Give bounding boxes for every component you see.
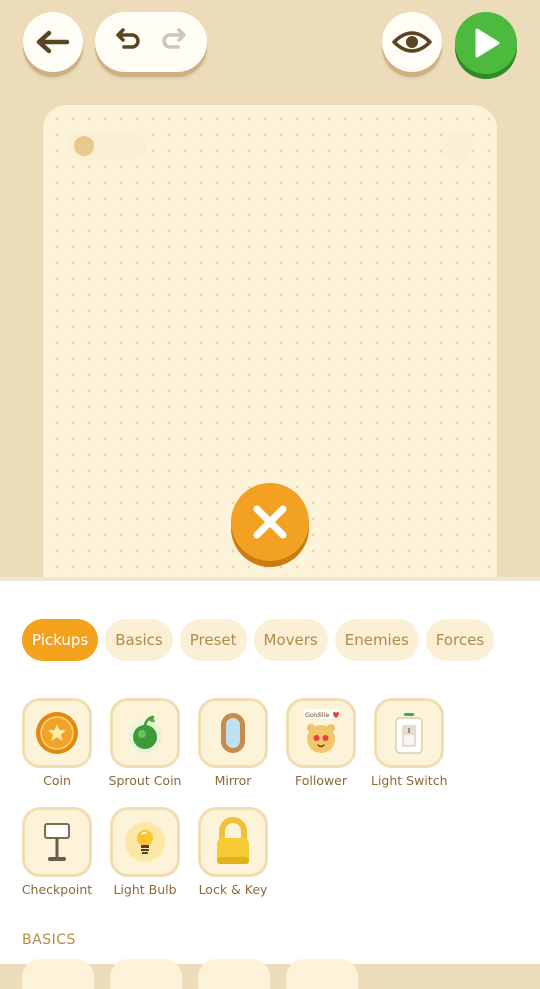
object-picker-sheet: Pickups Basics Preset Movers Enemies For… <box>0 577 540 989</box>
item-tile[interactable] <box>110 807 180 877</box>
next-item-peek <box>198 959 270 989</box>
item-label: Lock & Key <box>198 882 268 897</box>
checkpoint-icon <box>44 823 70 861</box>
item-checkpoint[interactable]: Checkpoint <box>19 807 95 897</box>
item-label: Follower <box>294 773 348 788</box>
zoom-slider-knob[interactable] <box>74 136 94 156</box>
item-sprout-coin[interactable]: Sprout Coin <box>107 698 183 788</box>
tab-movers[interactable]: Movers <box>253 619 328 661</box>
redo-icon <box>162 28 186 49</box>
item-tile[interactable]: Goldilie <box>286 698 356 768</box>
item-tile[interactable] <box>198 698 268 768</box>
undo-redo-group <box>95 12 207 72</box>
item-label: Checkpoint <box>21 882 93 897</box>
item-tile[interactable] <box>374 698 444 768</box>
item-label: Sprout Coin <box>108 773 182 788</box>
item-tile[interactable] <box>198 807 268 877</box>
back-arrow-icon <box>36 30 70 54</box>
close-icon <box>253 505 287 539</box>
eye-icon <box>392 31 432 53</box>
item-tile[interactable] <box>22 698 92 768</box>
item-label: Light Bulb <box>113 882 177 897</box>
tab-preset[interactable]: Preset <box>179 619 247 661</box>
tab-pickups[interactable]: Pickups <box>22 619 99 661</box>
redo-button[interactable] <box>158 26 188 58</box>
follower-badge-text: Goldilie <box>305 711 329 719</box>
category-tabs: Pickups Basics Preset Movers Enemies For… <box>22 619 495 661</box>
item-light-switch[interactable]: Light Switch <box>371 698 448 788</box>
play-icon <box>475 28 500 58</box>
light-switch-icon <box>395 713 423 754</box>
sprout-coin-icon <box>128 715 162 753</box>
next-item-peek <box>110 959 182 989</box>
item-tile[interactable] <box>110 698 180 768</box>
item-light-bulb[interactable]: Light Bulb <box>107 807 183 897</box>
undo-icon <box>116 28 140 49</box>
light-bulb-icon <box>125 822 165 862</box>
item-label: Mirror <box>214 773 252 788</box>
preview-button[interactable] <box>382 12 442 72</box>
tab-enemies[interactable]: Enemies <box>334 619 419 661</box>
mirror-icon <box>221 713 245 753</box>
item-label: Coin <box>43 773 71 788</box>
item-coin[interactable]: Coin <box>19 698 95 788</box>
close-panel-button[interactable] <box>231 483 309 561</box>
play-button[interactable] <box>455 12 517 74</box>
item-mirror[interactable]: Mirror <box>195 698 271 788</box>
zoom-slider[interactable] <box>67 132 147 160</box>
next-item-peek <box>22 959 94 989</box>
back-button[interactable] <box>23 12 83 72</box>
section-heading: BASICS <box>22 932 76 948</box>
lock-icon <box>217 817 249 864</box>
coin-icon <box>36 712 78 754</box>
next-item-peek <box>286 959 358 989</box>
tab-forces[interactable]: Forces <box>425 619 495 661</box>
tab-basics[interactable]: Basics <box>105 619 173 661</box>
canvas-option-button[interactable] <box>441 130 473 162</box>
item-label: Light Switch <box>371 773 448 788</box>
follower-icon: Goldilie <box>304 709 339 753</box>
item-lock-and-key[interactable]: Lock & Key <box>195 807 271 897</box>
item-tile[interactable] <box>22 807 92 877</box>
undo-button[interactable] <box>114 26 144 58</box>
item-follower[interactable]: Goldilie Follower <box>283 698 359 788</box>
